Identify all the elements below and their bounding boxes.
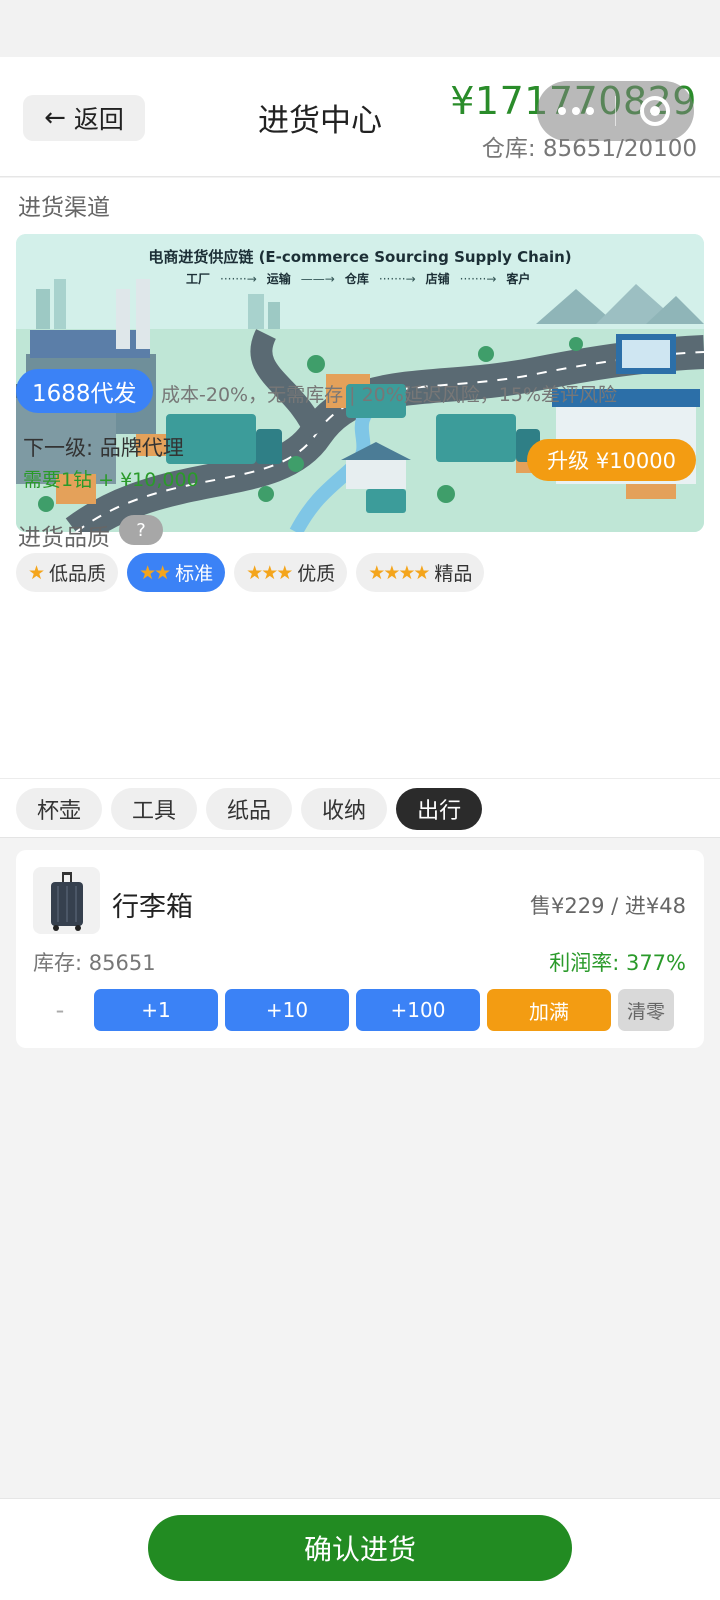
star-icon: ★★★ — [246, 561, 293, 584]
add-1-button[interactable]: +1 — [94, 989, 218, 1031]
close-icon[interactable] — [616, 96, 694, 126]
upgrade-requirement: 需要1钻 + ¥10,000 — [23, 469, 199, 491]
channel-panel: 进货渠道 电商进货供应链 (E-commerce Sourcing Supply… — [0, 178, 720, 778]
quality-option-boutique[interactable]: ★★★★ 精品 — [356, 553, 485, 592]
next-level-label: 下一级: 品牌代理 — [23, 436, 184, 460]
quality-option-label: 精品 — [434, 563, 473, 585]
footer-bar: 确认进货 — [0, 1498, 720, 1600]
quality-option-low[interactable]: ★ 低品质 — [16, 553, 119, 592]
star-icon: ★★ — [139, 561, 171, 584]
quality-options: ★ 低品质 ★★ 标准 ★★★ 优质 ★★★★ 精品 — [16, 553, 485, 592]
tab-paper[interactable]: 纸品 — [206, 788, 293, 830]
chain-arrow-icon: ·······→ — [459, 271, 497, 286]
tab-tools[interactable]: 工具 — [111, 788, 198, 830]
quality-option-premium[interactable]: ★★★ 优质 — [234, 553, 348, 592]
tab-cups[interactable]: 杯壶 — [16, 788, 103, 830]
category-tabs: 杯壶 工具 纸品 收纳 出行 — [16, 788, 483, 830]
quality-help-icon[interactable]: ? — [119, 515, 163, 545]
chain-step-transport: 运输 — [266, 272, 291, 286]
quality-option-label: 低品质 — [49, 563, 107, 585]
confirm-purchase-button[interactable]: 确认进货 — [148, 1515, 572, 1581]
more-icon[interactable] — [537, 107, 615, 115]
mini-program-capsule — [537, 81, 694, 141]
quantity-actions: - +1 +10 +100 加满 清零 — [33, 989, 674, 1031]
chain-arrow-icon: ·······→ — [220, 271, 257, 286]
product-profit-rate: 利润率: 377% — [549, 951, 686, 975]
tab-storage[interactable]: 收纳 — [301, 788, 388, 830]
clear-button[interactable]: 清零 — [618, 989, 674, 1031]
banner-title: 电商进货供应链 (E-commerce Sourcing Supply Chai… — [148, 248, 572, 266]
chain-step-warehouse: 仓库 — [344, 272, 369, 286]
upgrade-button[interactable]: 升级 ¥10000 — [527, 439, 696, 481]
quality-option-label: 标准 — [175, 563, 214, 585]
tab-travel[interactable]: 出行 — [396, 788, 483, 830]
product-card: 行李箱 售¥229 / 进¥48 库存: 85651 利润率: 377% - +… — [16, 850, 704, 1048]
product-name: 行李箱 — [112, 892, 193, 923]
add-10-button[interactable]: +10 — [225, 989, 349, 1031]
product-stock: 库存: 85651 — [33, 951, 156, 975]
star-icon: ★★★★ — [368, 561, 430, 584]
category-tabs-bar: 杯壶 工具 纸品 收纳 出行 — [0, 778, 720, 838]
chain-step-factory: 工厂 — [186, 272, 211, 286]
decrease-button[interactable]: - — [33, 989, 87, 1031]
quality-option-label: 优质 — [297, 563, 336, 585]
star-icon: ★ — [28, 561, 45, 584]
channel-badge[interactable]: 1688代发 — [16, 369, 153, 413]
product-price: 售¥229 / 进¥48 — [530, 894, 686, 918]
status-bar — [0, 0, 720, 57]
fill-max-button[interactable]: 加满 — [487, 989, 611, 1031]
channel-description: 成本-20%，无需库存 | 20%延迟风险，15%差评风险 — [161, 384, 618, 406]
chain-arrow-icon: ·······→ — [378, 271, 416, 286]
quality-option-standard[interactable]: ★★ 标准 — [127, 553, 226, 592]
supply-chain-steps: 工厂 ·······→ 运输 ——→ 仓库 ·······→ 店铺 ······… — [186, 270, 530, 287]
chain-step-customer: 客户 — [506, 272, 531, 286]
channel-section-label: 进货渠道 — [18, 195, 110, 221]
luggage-icon — [33, 867, 100, 934]
chain-step-shop: 店铺 — [425, 272, 450, 286]
header: ← 返回 进货中心 ¥171770829 仓库: 85651/20100 — [0, 57, 720, 177]
quality-section-label: 进货品质 — [18, 525, 110, 551]
chain-arrow-icon: ——→ — [300, 271, 335, 286]
add-100-button[interactable]: +100 — [356, 989, 480, 1031]
